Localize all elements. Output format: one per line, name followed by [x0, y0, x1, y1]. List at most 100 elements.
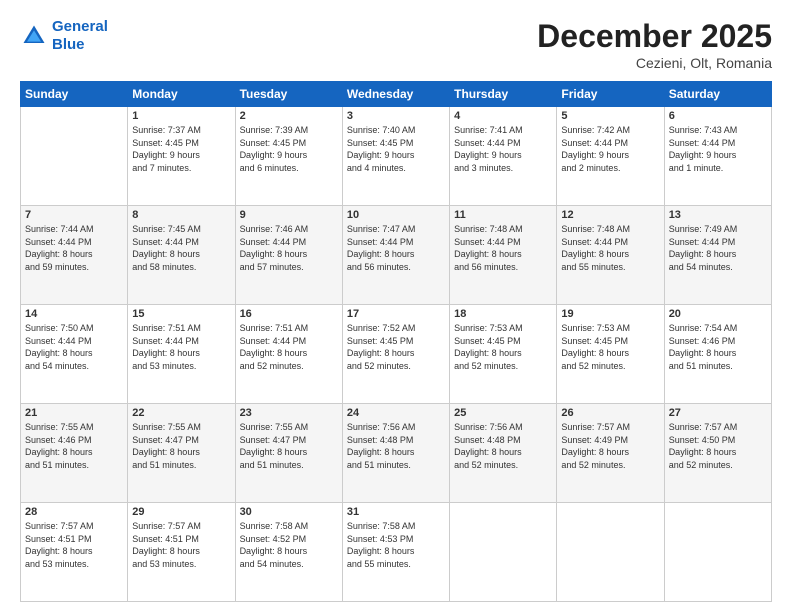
- calendar-cell: 4Sunrise: 7:41 AM Sunset: 4:44 PM Daylig…: [450, 107, 557, 206]
- week-row-0: 1 Sunrise: 7:37 AM Sunset: 4:45 PM Daylig…: [21, 107, 772, 206]
- weekday-header-thursday: Thursday: [450, 82, 557, 107]
- day-number: 5: [561, 110, 659, 122]
- calendar-cell: 2 Sunrise: 7:39 AM Sunset: 4:45 PM Daylig…: [235, 107, 342, 206]
- calendar-cell: 1 Sunrise: 7:37 AM Sunset: 4:45 PM Daylig…: [128, 107, 235, 206]
- weekday-header-sunday: Sunday: [21, 82, 128, 107]
- weekday-header-wednesday: Wednesday: [342, 82, 449, 107]
- day-number: 2: [240, 110, 338, 122]
- week-row-4: 28 Sunrise: 7:57 AM Sunset: 4:51 PM Dayli…: [21, 503, 772, 602]
- day-info: Sunrise: 7:57 AM Sunset: 4:49 PM Dayligh…: [561, 421, 659, 471]
- day-number: 12: [561, 209, 659, 221]
- day-number: 19: [561, 308, 659, 320]
- day-number: 25: [454, 407, 552, 419]
- day-info: Sunrise: 7:53 AM Sunset: 4:45 PM Dayligh…: [561, 322, 659, 372]
- day-info: Sunrise: 7:55 AM Sunset: 4:46 PM Dayligh…: [25, 421, 123, 471]
- calendar-cell: 15Sunrise: 7:51 AM Sunset: 4:44 PM Dayli…: [128, 305, 235, 404]
- logo-icon: [20, 22, 48, 50]
- day-info: Sunrise: 7:51 AM Sunset: 4:44 PM Dayligh…: [132, 322, 230, 372]
- week-row-3: 21 Sunrise: 7:55 AM Sunset: 4:46 PM Dayli…: [21, 404, 772, 503]
- day-info: Sunrise: 7:53 AM Sunset: 4:45 PM Dayligh…: [454, 322, 552, 372]
- logo-line2: Blue: [52, 36, 85, 53]
- day-number: 9: [240, 209, 338, 221]
- day-info: Sunrise: 7:57 AM Sunset: 4:51 PM Dayligh…: [132, 520, 230, 570]
- weekday-header-saturday: Saturday: [664, 82, 771, 107]
- calendar-cell: 24Sunrise: 7:56 AM Sunset: 4:48 PM Dayli…: [342, 404, 449, 503]
- day-info: Sunrise: 7:57 AM Sunset: 4:51 PM Dayligh…: [25, 520, 123, 570]
- day-number: 7: [25, 209, 123, 221]
- day-number: 17: [347, 308, 445, 320]
- calendar-cell: 5 Sunrise: 7:42 AM Sunset: 4:44 PM Daylig…: [557, 107, 664, 206]
- day-number: 29: [132, 506, 230, 518]
- day-number: 11: [454, 209, 552, 221]
- day-info: Sunrise: 7:45 AM Sunset: 4:44 PM Dayligh…: [132, 223, 230, 273]
- day-info: Sunrise: 7:57 AM Sunset: 4:50 PM Dayligh…: [669, 421, 767, 471]
- day-number: 21: [25, 407, 123, 419]
- day-info: Sunrise: 7:46 AM Sunset: 4:44 PM Dayligh…: [240, 223, 338, 273]
- day-number: 8: [132, 209, 230, 221]
- day-number: 16: [240, 308, 338, 320]
- day-info: Sunrise: 7:55 AM Sunset: 4:47 PM Dayligh…: [240, 421, 338, 471]
- logo: General Blue: [20, 18, 108, 54]
- day-info: Sunrise: 7:52 AM Sunset: 4:45 PM Dayligh…: [347, 322, 445, 372]
- weekday-header-friday: Friday: [557, 82, 664, 107]
- calendar-cell: 13Sunrise: 7:49 AM Sunset: 4:44 PM Dayli…: [664, 206, 771, 305]
- day-info: Sunrise: 7:50 AM Sunset: 4:44 PM Dayligh…: [25, 322, 123, 372]
- day-info: Sunrise: 7:58 AM Sunset: 4:53 PM Dayligh…: [347, 520, 445, 570]
- day-number: 27: [669, 407, 767, 419]
- calendar-cell: 20 Sunrise: 7:54 AM Sunset: 4:46 PM Dayli…: [664, 305, 771, 404]
- day-number: 4: [454, 110, 552, 122]
- calendar-cell: 26Sunrise: 7:57 AM Sunset: 4:49 PM Dayli…: [557, 404, 664, 503]
- calendar-cell: [450, 503, 557, 602]
- weekday-header-monday: Monday: [128, 82, 235, 107]
- day-number: 30: [240, 506, 338, 518]
- day-info: Sunrise: 7:48 AM Sunset: 4:44 PM Dayligh…: [454, 223, 552, 273]
- day-info: Sunrise: 7:37 AM Sunset: 4:45 PM Dayligh…: [132, 124, 230, 174]
- calendar-cell: 31Sunrise: 7:58 AM Sunset: 4:53 PM Dayli…: [342, 503, 449, 602]
- calendar-cell: 10Sunrise: 7:47 AM Sunset: 4:44 PM Dayli…: [342, 206, 449, 305]
- calendar-cell: [557, 503, 664, 602]
- day-number: 14: [25, 308, 123, 320]
- calendar-table: SundayMondayTuesdayWednesdayThursdayFrid…: [20, 81, 772, 602]
- calendar-cell: 22 Sunrise: 7:55 AM Sunset: 4:47 PM Dayli…: [128, 404, 235, 503]
- calendar-cell: 12Sunrise: 7:48 AM Sunset: 4:44 PM Dayli…: [557, 206, 664, 305]
- week-row-1: 7 Sunrise: 7:44 AM Sunset: 4:44 PM Daylig…: [21, 206, 772, 305]
- calendar-cell: 14 Sunrise: 7:50 AM Sunset: 4:44 PM Dayli…: [21, 305, 128, 404]
- calendar-cell: 28 Sunrise: 7:57 AM Sunset: 4:51 PM Dayli…: [21, 503, 128, 602]
- calendar-cell: 27 Sunrise: 7:57 AM Sunset: 4:50 PM Dayli…: [664, 404, 771, 503]
- calendar-cell: 19 Sunrise: 7:53 AM Sunset: 4:45 PM Dayli…: [557, 305, 664, 404]
- day-info: Sunrise: 7:44 AM Sunset: 4:44 PM Dayligh…: [25, 223, 123, 273]
- calendar-cell: 30 Sunrise: 7:58 AM Sunset: 4:52 PM Dayli…: [235, 503, 342, 602]
- day-info: Sunrise: 7:55 AM Sunset: 4:47 PM Dayligh…: [132, 421, 230, 471]
- day-number: 20: [669, 308, 767, 320]
- day-info: Sunrise: 7:58 AM Sunset: 4:52 PM Dayligh…: [240, 520, 338, 570]
- calendar-cell: 21 Sunrise: 7:55 AM Sunset: 4:46 PM Dayli…: [21, 404, 128, 503]
- day-info: Sunrise: 7:39 AM Sunset: 4:45 PM Dayligh…: [240, 124, 338, 174]
- day-number: 28: [25, 506, 123, 518]
- calendar-cell: 17 Sunrise: 7:52 AM Sunset: 4:45 PM Dayli…: [342, 305, 449, 404]
- day-info: Sunrise: 7:56 AM Sunset: 4:48 PM Dayligh…: [347, 421, 445, 471]
- month-title: December 2025: [537, 18, 772, 55]
- logo-text: General Blue: [52, 18, 108, 54]
- week-row-2: 14 Sunrise: 7:50 AM Sunset: 4:44 PM Dayli…: [21, 305, 772, 404]
- calendar-cell: 7 Sunrise: 7:44 AM Sunset: 4:44 PM Daylig…: [21, 206, 128, 305]
- calendar-cell: 29 Sunrise: 7:57 AM Sunset: 4:51 PM Dayli…: [128, 503, 235, 602]
- day-info: Sunrise: 7:42 AM Sunset: 4:44 PM Dayligh…: [561, 124, 659, 174]
- calendar-cell: 6Sunrise: 7:43 AM Sunset: 4:44 PM Daylig…: [664, 107, 771, 206]
- day-info: Sunrise: 7:54 AM Sunset: 4:46 PM Dayligh…: [669, 322, 767, 372]
- calendar-cell: 11 Sunrise: 7:48 AM Sunset: 4:44 PM Dayli…: [450, 206, 557, 305]
- day-number: 18: [454, 308, 552, 320]
- calendar-cell: 8 Sunrise: 7:45 AM Sunset: 4:44 PM Daylig…: [128, 206, 235, 305]
- day-info: Sunrise: 7:56 AM Sunset: 4:48 PM Dayligh…: [454, 421, 552, 471]
- day-number: 23: [240, 407, 338, 419]
- day-number: 1: [132, 110, 230, 122]
- location: Cezieni, Olt, Romania: [537, 55, 772, 71]
- calendar-cell: [664, 503, 771, 602]
- weekday-header-row: SundayMondayTuesdayWednesdayThursdayFrid…: [21, 82, 772, 107]
- day-number: 3: [347, 110, 445, 122]
- calendar-cell: 23 Sunrise: 7:55 AM Sunset: 4:47 PM Dayli…: [235, 404, 342, 503]
- logo-line1: General: [52, 18, 108, 35]
- day-number: 22: [132, 407, 230, 419]
- page: General Blue December 2025 Cezieni, Olt,…: [0, 0, 792, 612]
- calendar-cell: 18 Sunrise: 7:53 AM Sunset: 4:45 PM Dayli…: [450, 305, 557, 404]
- day-info: Sunrise: 7:43 AM Sunset: 4:44 PM Dayligh…: [669, 124, 767, 174]
